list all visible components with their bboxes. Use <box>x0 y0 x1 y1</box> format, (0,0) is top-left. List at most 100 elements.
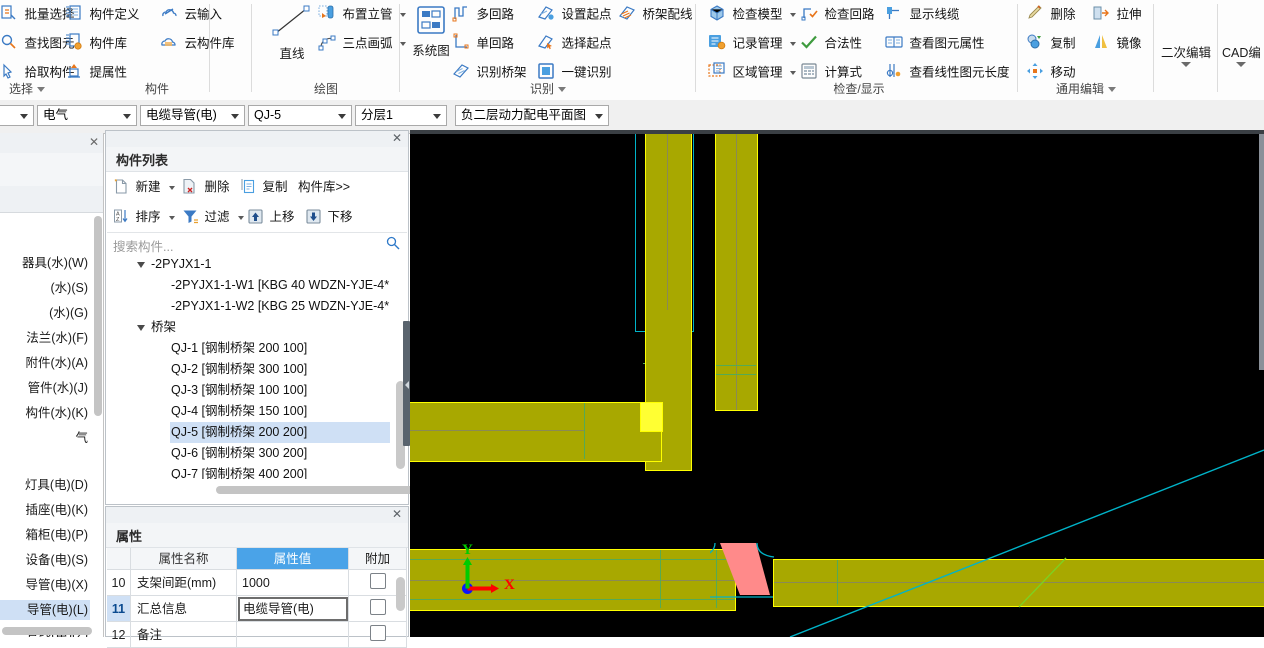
chevron-down-icon[interactable] <box>558 87 566 93</box>
left-nav-item-0[interactable]: 器具(水)(W) <box>0 253 90 273</box>
left-nav-item-4[interactable]: 附件(水)(A) <box>0 353 90 373</box>
chevron-down-icon[interactable] <box>433 114 441 119</box>
ribbon-item-cloud-input[interactable]: 云输入 <box>160 1 222 27</box>
sort-button[interactable]: AZ 排序 <box>113 205 175 229</box>
left-nav-item-11[interactable]: 箱柜(电)(P) <box>0 525 90 545</box>
left-nav-item-1[interactable]: (水)(S) <box>0 278 90 298</box>
delete-component-button[interactable]: 删除 <box>182 175 230 199</box>
chevron-down-icon[interactable] <box>595 114 603 119</box>
chevron-down-icon[interactable] <box>789 41 796 46</box>
ribbon-item-multi-loop[interactable]: 多回路 <box>452 1 514 27</box>
left-nav-item-7[interactable]: 气 <box>0 428 90 448</box>
ribbon-item-three-point-arc[interactable]: 三点画弧 <box>318 30 406 56</box>
chevron-down-icon[interactable] <box>1181 62 1191 67</box>
chevron-down-icon[interactable] <box>338 114 346 119</box>
ribbon-item-component-library[interactable]: 构件库 <box>65 30 127 56</box>
left-nav-item-3[interactable]: 法兰(水)(F) <box>0 328 90 348</box>
ribbon-item-tray-wiring[interactable]: 桥架配线 <box>618 1 693 27</box>
panel-splitter-handle[interactable] <box>403 321 410 446</box>
ribbon-item-cloud-library[interactable]: 云构件库 <box>160 30 235 56</box>
chevron-down-icon[interactable] <box>168 185 175 190</box>
left-nav-item-12[interactable]: 设备(电)(S) <box>0 550 90 570</box>
left-nav-item-6[interactable]: 构件(水)(K) <box>0 403 90 423</box>
left-nav-item-10[interactable]: 插座(电)(K) <box>0 500 90 520</box>
left-nav-item-2[interactable]: (水)(G) <box>0 303 90 323</box>
ribbon-item-stretch[interactable]: 拉伸 <box>1092 1 1142 27</box>
ribbon-item-mirror[interactable]: 镜像 <box>1092 30 1142 56</box>
ribbon-item-delete[interactable]: 删除 <box>1026 1 1076 27</box>
row-property-value[interactable]: 1000 <box>237 570 349 596</box>
close-icon[interactable]: ✕ <box>392 507 402 521</box>
table-row[interactable]: 11 汇总信息 电缆导管(电) <box>107 596 407 622</box>
ribbon-group-secondary-edit[interactable]: 二次编辑 <box>1154 0 1218 100</box>
ribbon-group-cad-edit[interactable]: CAD编 <box>1218 0 1264 100</box>
combo-category[interactable]: 电缆导管(电) <box>140 105 245 126</box>
close-icon[interactable]: ✕ <box>392 131 402 145</box>
ribbon-item-copy[interactable]: 复制 <box>1026 30 1076 56</box>
copy-component-button[interactable]: 复制 <box>240 175 288 199</box>
left-nav-item-9[interactable]: 灯具(电)(D) <box>0 475 90 495</box>
left-nav-item-5[interactable]: 管件(水)(J) <box>0 378 90 398</box>
chevron-down-icon[interactable] <box>168 215 175 220</box>
ribbon-item-line[interactable]: 直线 <box>262 3 322 62</box>
chevron-down-icon[interactable] <box>789 70 796 75</box>
tree-node-8[interactable]: QJ-5 [钢制桥架 200 200] <box>170 422 390 443</box>
cad-vertical-scrollbar[interactable] <box>1259 134 1264 370</box>
table-row[interactable]: 12 备注 <box>107 622 407 648</box>
left-nav-horizontal-scrollbar[interactable] <box>2 627 92 635</box>
ribbon-item-component-define[interactable]: 构件定义 <box>65 1 140 27</box>
move-up-button[interactable]: 上移 <box>247 205 295 229</box>
tree-node-5[interactable]: QJ-2 [钢制桥架 300 100] <box>107 359 405 380</box>
ribbon-item-check-loop[interactable]: 检查回路 <box>800 1 875 27</box>
ribbon-item-select-start-point[interactable]: 选择起点 <box>537 30 612 56</box>
search-component-input[interactable]: 搜索构件... <box>107 232 407 255</box>
ribbon-item-check-model[interactable]: 检查模型 <box>708 1 796 27</box>
tree-node-3[interactable]: 桥架 <box>107 317 405 338</box>
combo-component[interactable]: QJ-5 <box>248 105 352 126</box>
left-nav-item-13[interactable]: 导管(电)(X) <box>0 575 90 595</box>
table-row[interactable]: 10 支架间距(mm) 1000 <box>107 570 407 596</box>
ribbon-item-place-riser[interactable]: 布置立管 <box>318 1 406 27</box>
combo-discipline-blank[interactable] <box>0 105 34 126</box>
filter-button[interactable]: 过滤 <box>182 205 244 229</box>
attach-checkbox[interactable] <box>369 573 386 589</box>
chevron-down-icon[interactable] <box>137 254 147 275</box>
chevron-down-icon[interactable] <box>1108 87 1116 93</box>
attach-checkbox[interactable] <box>369 625 386 641</box>
chevron-down-icon[interactable] <box>231 114 239 119</box>
tree-node-7[interactable]: QJ-4 [钢制桥架 150 100] <box>107 401 405 422</box>
property-value-editor[interactable]: 电缆导管(电) <box>238 597 348 621</box>
ribbon-item-show-cable[interactable]: 显示线缆 <box>885 1 960 27</box>
tree-node-6[interactable]: QJ-3 [钢制桥架 100 100] <box>107 380 405 401</box>
tree-node-0[interactable]: -2PYJX1-1 <box>107 254 405 275</box>
search-icon[interactable] <box>386 236 400 253</box>
chevron-down-icon[interactable] <box>137 317 147 338</box>
tree-node-4[interactable]: QJ-1 [钢制桥架 200 100] <box>107 338 405 359</box>
close-icon[interactable]: ✕ <box>89 135 99 149</box>
combo-layer[interactable]: 分层1 <box>355 105 447 126</box>
new-component-button[interactable]: 新建 <box>113 175 175 199</box>
chevron-down-icon[interactable] <box>37 87 45 93</box>
tree-node-10[interactable]: QJ-7 [钢制桥架 400 200] <box>107 464 405 479</box>
cad-drawing-canvas[interactable]: X Y <box>410 130 1264 637</box>
ribbon-item-view-element-property[interactable]: 查看图元属性 <box>885 30 985 56</box>
chevron-down-icon[interactable] <box>123 114 131 119</box>
ribbon-item-set-start-point[interactable]: 设置起点 <box>537 1 612 27</box>
attach-checkbox[interactable] <box>369 599 386 615</box>
chevron-down-icon[interactable] <box>237 215 244 220</box>
ribbon-item-validity[interactable]: 合法性 <box>800 30 862 56</box>
tree-node-2[interactable]: -2PYJX1-1-W2 [KBG 25 WDZN-YJE-4* <box>107 296 405 317</box>
properties-vertical-scrollbar[interactable] <box>396 577 405 611</box>
chevron-down-icon[interactable] <box>20 114 28 119</box>
chevron-down-icon[interactable] <box>789 12 796 17</box>
move-down-button[interactable]: 下移 <box>305 205 353 229</box>
tree-node-9[interactable]: QJ-6 [钢制桥架 300 200] <box>107 443 405 464</box>
left-nav-item-14[interactable]: 导管(电)(L) <box>0 600 90 620</box>
tree-node-1[interactable]: -2PYJX1-1-W1 [KBG 40 WDZN-YJE-4* <box>107 275 405 296</box>
left-nav-vertical-scrollbar[interactable] <box>94 216 102 416</box>
combo-drawing[interactable]: 负二层动力配电平面图 <box>455 105 609 126</box>
chevron-down-icon[interactable] <box>1236 62 1246 67</box>
row-property-value[interactable] <box>237 622 349 648</box>
ribbon-item-record-manage[interactable]: 记录管理 <box>708 30 796 56</box>
component-library-link[interactable]: 构件库>> <box>298 175 350 199</box>
